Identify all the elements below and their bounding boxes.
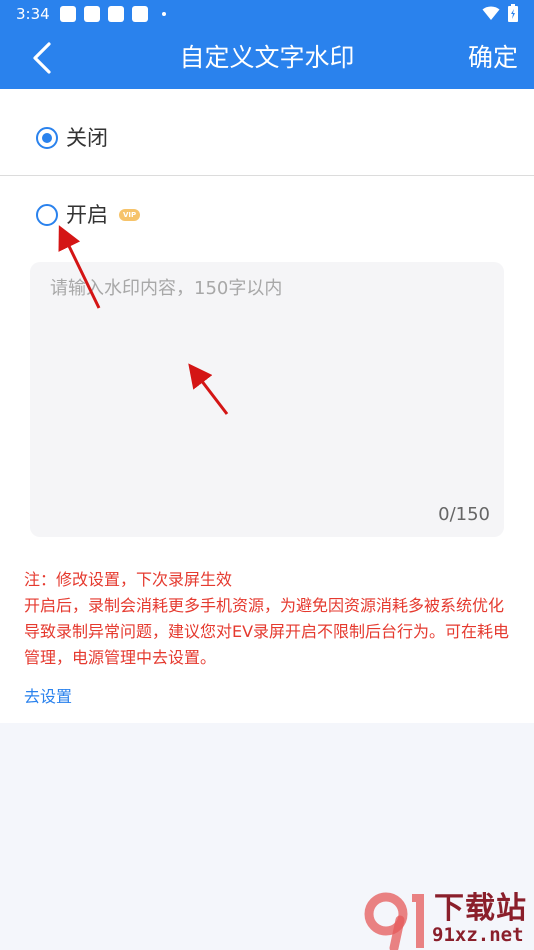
watermark-text-input[interactable] xyxy=(50,274,480,494)
app-header: 3:34 自定义文字水印 确定 xyxy=(0,0,534,89)
vip-badge: VIP xyxy=(119,209,141,221)
notice-line-1: 注：修改设置，下次录屏生效 xyxy=(24,570,233,589)
option-on-label: 开启 xyxy=(66,203,108,227)
status-bar: 3:34 xyxy=(0,0,534,28)
notice-line-2: 开启后，录制会消耗更多手机资源，为避免因资源消耗多被系统优化导致录制异常问题，建… xyxy=(24,596,510,667)
chevron-left-icon xyxy=(33,42,51,74)
watermark-text-bottom: 91xz.net xyxy=(432,924,524,946)
watermark-text-top: 下载站 xyxy=(434,891,527,926)
divider xyxy=(0,175,534,176)
back-button[interactable] xyxy=(22,36,62,80)
site-watermark: 下载站 91xz.net xyxy=(360,890,534,950)
option-on[interactable]: 开启 VIP xyxy=(0,194,534,236)
radio-on[interactable] xyxy=(36,204,58,226)
confirm-button[interactable]: 确定 xyxy=(468,40,518,76)
option-off[interactable]: 关闭 xyxy=(0,117,534,159)
wifi-icon xyxy=(482,6,500,20)
notice-text: 注：修改设置，下次录屏生效 开启后，录制会消耗更多手机资源，为避免因资源消耗多被… xyxy=(24,567,514,671)
radio-off-selected[interactable] xyxy=(36,127,58,149)
site-logo-icon xyxy=(364,892,424,950)
watermark-text-box: 0/150 xyxy=(30,262,504,537)
notification-icon xyxy=(60,6,76,22)
more-notifications-dot xyxy=(162,12,166,16)
notification-icon xyxy=(132,6,148,22)
go-settings-link[interactable]: 去设置 xyxy=(24,684,72,710)
battery-charging-icon xyxy=(508,4,518,22)
char-counter: 0/150 xyxy=(438,504,490,525)
page-title: 自定义文字水印 xyxy=(179,43,355,72)
status-time: 3:34 xyxy=(16,5,50,23)
settings-content: 关闭 开启 VIP 0/150 注：修改设置，下次录屏生效 开启后，录制会消耗更… xyxy=(0,89,534,723)
notification-icon xyxy=(84,6,100,22)
notification-icon xyxy=(108,6,124,22)
option-off-label: 关闭 xyxy=(66,126,108,150)
